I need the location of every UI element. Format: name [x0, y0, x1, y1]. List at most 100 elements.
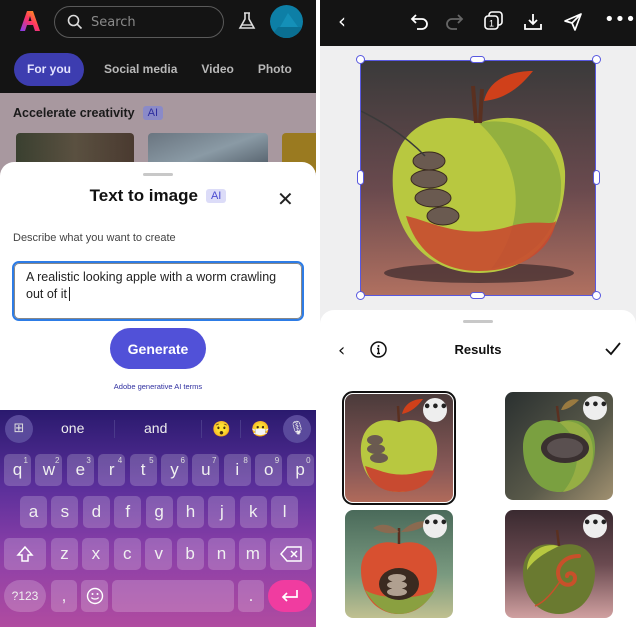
shift-key[interactable]: [4, 538, 46, 570]
search-input[interactable]: Search: [54, 6, 224, 38]
period-key[interactable]: .: [238, 580, 264, 612]
resize-handle-top-left[interactable]: [356, 55, 365, 64]
category-tabs: For you Social media Video Photo: [14, 53, 304, 86]
key-z[interactable]: z: [51, 538, 78, 570]
key-hint-number: 1: [23, 456, 28, 465]
key-o[interactable]: o9: [255, 454, 283, 486]
enter-key[interactable]: [268, 580, 312, 612]
text-to-image-sheet: Text to image AI ✕ Describe what you wan…: [0, 162, 316, 422]
key-k[interactable]: k: [239, 496, 267, 528]
key-j[interactable]: j: [208, 496, 236, 528]
more-options-button[interactable]: •••: [583, 396, 608, 420]
key-a[interactable]: a: [20, 496, 47, 528]
emoji-suggestion[interactable]: 😷: [251, 420, 270, 438]
enter-icon: [281, 590, 298, 602]
key-label: p: [295, 460, 305, 479]
key-e[interactable]: e3: [66, 454, 94, 486]
key-p[interactable]: p0: [286, 454, 314, 486]
resize-handle-right[interactable]: [593, 170, 600, 185]
generate-button[interactable]: Generate: [110, 328, 206, 369]
resize-handle-bottom-right[interactable]: [592, 291, 601, 300]
search-icon: [67, 14, 83, 30]
resize-handle-bottom[interactable]: [470, 292, 485, 299]
flask-icon[interactable]: [238, 11, 256, 31]
redo-icon[interactable]: [444, 13, 464, 31]
ai-terms-link[interactable]: Adobe generative AI terms: [0, 382, 316, 391]
key-label: l: [282, 502, 287, 521]
result-thumbnail[interactable]: •••: [505, 510, 613, 618]
prompt-input[interactable]: A realistic looking apple with a worm cr…: [12, 261, 304, 321]
key-q[interactable]: q1: [4, 454, 31, 486]
comma-key[interactable]: ,: [51, 580, 77, 612]
key-label: q: [12, 460, 23, 479]
key-b[interactable]: b: [176, 538, 204, 570]
emoji-suggestion[interactable]: 😯: [212, 420, 231, 438]
key-l[interactable]: l: [271, 496, 299, 528]
microphone-icon[interactable]: 🎙: [283, 415, 311, 443]
suggestion-word[interactable]: and: [144, 420, 167, 436]
sheet-drag-handle[interactable]: [143, 173, 173, 176]
key-g[interactable]: g: [145, 496, 173, 528]
key-hint-number: 0: [306, 456, 311, 465]
backspace-key[interactable]: [270, 538, 312, 570]
emoji-key[interactable]: [81, 580, 108, 612]
resize-handle-left[interactable]: [357, 170, 364, 185]
key-label: n: [216, 544, 227, 563]
key-w[interactable]: w2: [35, 454, 63, 486]
key-y[interactable]: y6: [161, 454, 188, 486]
editor-screen: ‹ 1 ••• ‹ Results ••• ••• ••• •••: [320, 0, 636, 627]
key-n[interactable]: n: [208, 538, 235, 570]
resize-handle-bottom-left[interactable]: [356, 291, 365, 300]
space-key[interactable]: [112, 580, 234, 612]
key-d[interactable]: d: [82, 496, 110, 528]
key-x[interactable]: x: [82, 538, 110, 570]
sheet-drag-handle[interactable]: [463, 320, 493, 323]
tab-video[interactable]: Video: [189, 53, 245, 86]
more-options-button[interactable]: •••: [583, 514, 608, 538]
back-icon[interactable]: ‹: [338, 9, 346, 33]
share-icon[interactable]: [563, 12, 583, 32]
more-options-button[interactable]: •••: [423, 514, 448, 538]
resize-handle-top[interactable]: [470, 56, 485, 63]
key-c[interactable]: c: [113, 538, 141, 570]
result-thumbnail[interactable]: •••: [345, 510, 453, 618]
user-avatar[interactable]: [270, 5, 303, 38]
key-hint-number: 2: [54, 456, 60, 465]
ai-badge: AI: [205, 189, 227, 203]
more-options-button[interactable]: •••: [423, 398, 448, 422]
symbols-key[interactable]: ?123: [4, 580, 46, 612]
key-v[interactable]: v: [145, 538, 173, 570]
adobe-express-logo[interactable]: [19, 10, 41, 32]
divider: [114, 420, 115, 438]
key-h[interactable]: h: [177, 496, 204, 528]
key-s[interactable]: s: [51, 496, 79, 528]
text-cursor: [69, 287, 70, 301]
selected-canvas-image[interactable]: [360, 60, 596, 296]
tab-social-media[interactable]: Social media: [92, 53, 189, 86]
confirm-check-icon[interactable]: [605, 342, 621, 356]
key-i[interactable]: i8: [223, 454, 251, 486]
key-label: x: [91, 544, 101, 563]
ai-badge: AI: [142, 106, 164, 120]
key-u[interactable]: u7: [192, 454, 220, 486]
suggestion-word[interactable]: one: [61, 420, 84, 436]
pages-icon[interactable]: 1: [484, 11, 504, 36]
key-f[interactable]: f: [114, 496, 142, 528]
resize-handle-top-right[interactable]: [592, 55, 601, 64]
key-label: w: [42, 460, 56, 479]
key-m[interactable]: m: [239, 538, 267, 570]
tab-for-you[interactable]: For you: [14, 53, 84, 86]
apps-grid-icon[interactable]: ⊞: [5, 415, 33, 443]
more-options-icon[interactable]: •••: [604, 9, 636, 30]
undo-icon[interactable]: [410, 13, 430, 31]
result-thumbnail[interactable]: •••: [505, 392, 613, 500]
key-r[interactable]: r4: [98, 454, 126, 486]
on-screen-keyboard: ⊞ one and 😯 😷 🎙 q1w2e3r4t5y6u7i8o9p0asdf…: [0, 410, 316, 627]
result-thumbnail[interactable]: •••: [342, 391, 456, 505]
download-icon[interactable]: [523, 12, 543, 32]
apple-artwork: [360, 71, 574, 283]
tab-photo[interactable]: Photo: [246, 53, 304, 86]
key-t[interactable]: t5: [129, 454, 157, 486]
key-hint-number: 5: [149, 456, 154, 465]
close-icon[interactable]: ✕: [277, 187, 294, 211]
